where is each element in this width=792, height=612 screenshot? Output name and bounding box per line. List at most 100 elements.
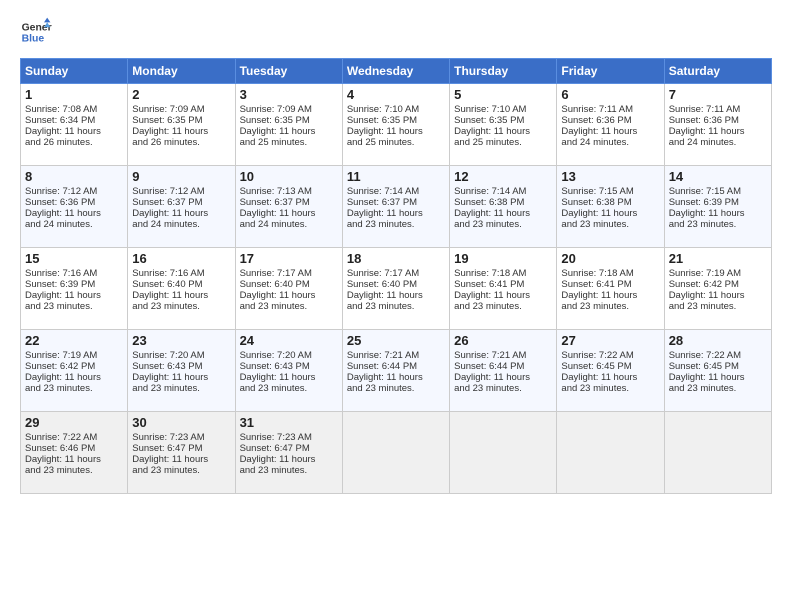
calendar-cell: 12Sunrise: 7:14 AMSunset: 6:38 PMDayligh… [450, 166, 557, 248]
day-info: and 23 minutes. [132, 465, 230, 476]
day-info: Sunrise: 7:22 AM [25, 432, 123, 443]
calendar-cell: 30Sunrise: 7:23 AMSunset: 6:47 PMDayligh… [128, 412, 235, 494]
day-info: and 23 minutes. [25, 465, 123, 476]
day-info: Sunset: 6:44 PM [454, 361, 552, 372]
calendar-cell: 1Sunrise: 7:08 AMSunset: 6:34 PMDaylight… [21, 84, 128, 166]
day-number: 30 [132, 415, 230, 430]
day-info: Sunrise: 7:17 AM [240, 268, 338, 279]
calendar-cell: 20Sunrise: 7:18 AMSunset: 6:41 PMDayligh… [557, 248, 664, 330]
day-info: and 23 minutes. [132, 383, 230, 394]
day-number: 27 [561, 333, 659, 348]
day-info: Sunset: 6:37 PM [132, 197, 230, 208]
day-number: 5 [454, 87, 552, 102]
day-info: and 23 minutes. [25, 301, 123, 312]
calendar-cell [450, 412, 557, 494]
day-number: 31 [240, 415, 338, 430]
day-number: 20 [561, 251, 659, 266]
calendar-cell: 10Sunrise: 7:13 AMSunset: 6:37 PMDayligh… [235, 166, 342, 248]
day-info: Sunset: 6:39 PM [669, 197, 767, 208]
day-info: Sunset: 6:43 PM [132, 361, 230, 372]
day-info: and 23 minutes. [669, 383, 767, 394]
day-info: Sunset: 6:44 PM [347, 361, 445, 372]
day-info: Daylight: 11 hours [454, 372, 552, 383]
calendar-cell: 4Sunrise: 7:10 AMSunset: 6:35 PMDaylight… [342, 84, 449, 166]
day-info: and 23 minutes. [561, 301, 659, 312]
day-info: Sunrise: 7:12 AM [132, 186, 230, 197]
day-info: Sunrise: 7:16 AM [25, 268, 123, 279]
day-number: 11 [347, 169, 445, 184]
day-info: and 23 minutes. [454, 383, 552, 394]
day-info: and 26 minutes. [25, 137, 123, 148]
day-info: Daylight: 11 hours [347, 290, 445, 301]
day-info: Sunset: 6:41 PM [454, 279, 552, 290]
calendar-cell: 23Sunrise: 7:20 AMSunset: 6:43 PMDayligh… [128, 330, 235, 412]
day-info: Sunrise: 7:10 AM [454, 104, 552, 115]
day-info: Sunrise: 7:21 AM [347, 350, 445, 361]
day-info: Daylight: 11 hours [669, 126, 767, 137]
calendar-cell: 6Sunrise: 7:11 AMSunset: 6:36 PMDaylight… [557, 84, 664, 166]
calendar-cell: 22Sunrise: 7:19 AMSunset: 6:42 PMDayligh… [21, 330, 128, 412]
header: General Blue [20, 16, 772, 48]
day-info: and 23 minutes. [454, 301, 552, 312]
day-info: Sunset: 6:42 PM [25, 361, 123, 372]
day-number: 7 [669, 87, 767, 102]
day-info: Sunset: 6:40 PM [132, 279, 230, 290]
day-info: Sunrise: 7:16 AM [132, 268, 230, 279]
day-info: Daylight: 11 hours [25, 454, 123, 465]
day-info: Daylight: 11 hours [240, 454, 338, 465]
day-info: Daylight: 11 hours [669, 290, 767, 301]
day-info: Sunrise: 7:18 AM [561, 268, 659, 279]
day-info: Sunrise: 7:19 AM [669, 268, 767, 279]
day-number: 8 [25, 169, 123, 184]
day-info: Daylight: 11 hours [454, 208, 552, 219]
day-info: Daylight: 11 hours [454, 126, 552, 137]
day-info: Sunrise: 7:15 AM [669, 186, 767, 197]
calendar-cell [557, 412, 664, 494]
day-info: and 23 minutes. [240, 383, 338, 394]
day-number: 13 [561, 169, 659, 184]
day-number: 14 [669, 169, 767, 184]
day-info: Sunset: 6:46 PM [25, 443, 123, 454]
day-info: Sunrise: 7:23 AM [240, 432, 338, 443]
day-info: Daylight: 11 hours [132, 290, 230, 301]
day-info: Sunset: 6:47 PM [132, 443, 230, 454]
day-info: Sunrise: 7:22 AM [561, 350, 659, 361]
day-number: 12 [454, 169, 552, 184]
day-info: and 24 minutes. [132, 219, 230, 230]
day-info: and 25 minutes. [347, 137, 445, 148]
day-info: Sunset: 6:42 PM [669, 279, 767, 290]
day-info: Daylight: 11 hours [561, 372, 659, 383]
calendar-cell: 15Sunrise: 7:16 AMSunset: 6:39 PMDayligh… [21, 248, 128, 330]
day-info: Sunrise: 7:09 AM [132, 104, 230, 115]
calendar-cell: 19Sunrise: 7:18 AMSunset: 6:41 PMDayligh… [450, 248, 557, 330]
day-info: Sunrise: 7:20 AM [240, 350, 338, 361]
day-info: Sunrise: 7:17 AM [347, 268, 445, 279]
logo: General Blue [20, 16, 52, 48]
calendar-cell: 27Sunrise: 7:22 AMSunset: 6:45 PMDayligh… [557, 330, 664, 412]
calendar-cell: 2Sunrise: 7:09 AMSunset: 6:35 PMDaylight… [128, 84, 235, 166]
day-info: Sunset: 6:36 PM [669, 115, 767, 126]
day-info: Daylight: 11 hours [132, 208, 230, 219]
day-info: and 24 minutes. [561, 137, 659, 148]
day-number: 4 [347, 87, 445, 102]
day-number: 10 [240, 169, 338, 184]
day-info: Sunrise: 7:14 AM [454, 186, 552, 197]
day-info: Sunrise: 7:10 AM [347, 104, 445, 115]
day-number: 15 [25, 251, 123, 266]
day-info: Daylight: 11 hours [561, 208, 659, 219]
day-header: Sunday [21, 59, 128, 84]
day-info: and 24 minutes. [669, 137, 767, 148]
calendar-cell [664, 412, 771, 494]
day-number: 25 [347, 333, 445, 348]
calendar-cell: 7 Sunrise: 7:11 AMSunset: 6:36 PMDaylight… [664, 84, 771, 166]
day-info: and 23 minutes. [454, 219, 552, 230]
day-header: Tuesday [235, 59, 342, 84]
svg-text:Blue: Blue [22, 34, 45, 45]
day-info: Sunrise: 7:15 AM [561, 186, 659, 197]
day-number: 26 [454, 333, 552, 348]
day-info: Sunset: 6:37 PM [347, 197, 445, 208]
day-number: 2 [132, 87, 230, 102]
day-info: Sunrise: 7:11 AM [561, 104, 659, 115]
day-number: 28 [669, 333, 767, 348]
day-info: Sunrise: 7:11 AM [669, 104, 767, 115]
